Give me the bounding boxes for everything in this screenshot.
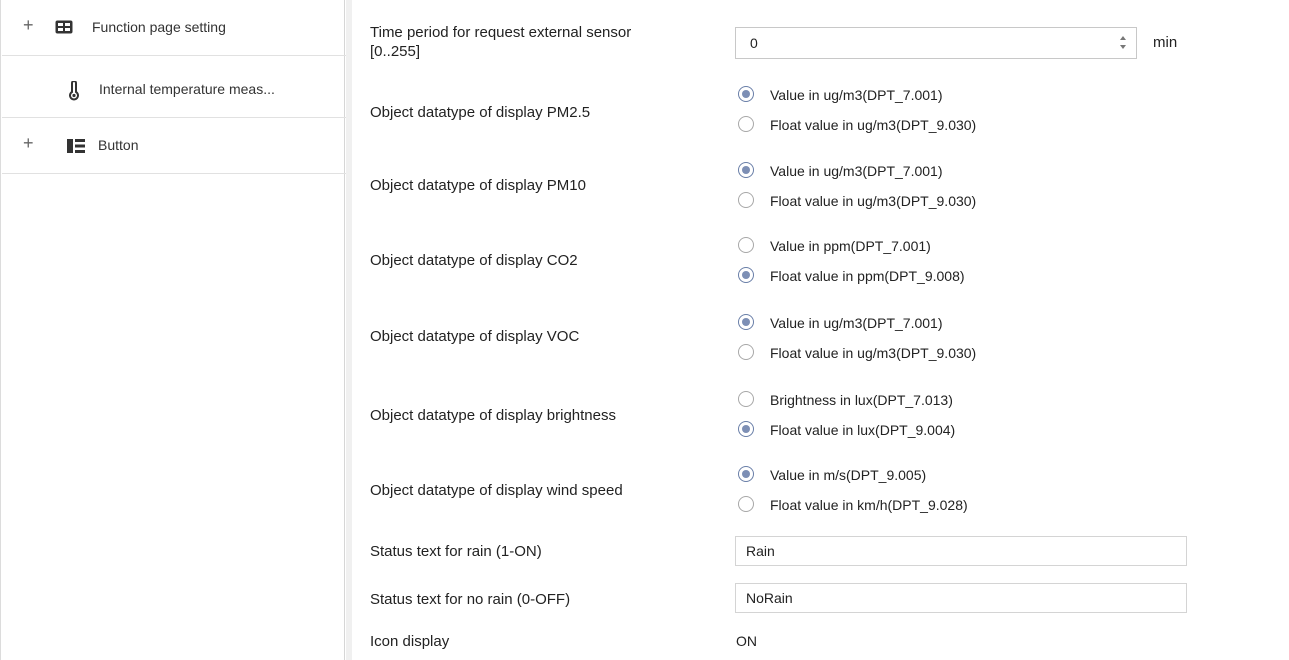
sidebar-item-internal-temperature[interactable]: Internal temperature meas... <box>2 62 346 118</box>
spin-up-icon[interactable] <box>1120 36 1126 40</box>
radio-icon[interactable] <box>738 466 754 482</box>
icon-display-label: Icon display <box>370 633 450 650</box>
request-period-input[interactable] <box>736 28 1106 58</box>
co2-label: Object datatype of display CO2 <box>370 252 578 269</box>
radio-icon[interactable] <box>738 267 754 283</box>
radio-icon[interactable] <box>738 237 754 253</box>
radio-icon[interactable] <box>738 162 754 178</box>
sidebar-item-label: Internal temperature meas... <box>99 81 275 97</box>
pm25-option-0-label: Value in ug/m3(DPT_7.001) <box>770 87 943 103</box>
rain-off-label: Status text for no rain (0-OFF) <box>370 591 571 608</box>
co2-option-1-label: Float value in ppm(DPT_9.008) <box>770 268 965 284</box>
radio-icon[interactable] <box>738 391 754 407</box>
co2-option-0-label: Value in ppm(DPT_7.001) <box>770 238 931 254</box>
rain-off-input[interactable] <box>735 583 1187 613</box>
voc-label: Object datatype of display VOC <box>370 328 580 345</box>
wind-label: Object datatype of display wind speed <box>370 482 623 499</box>
rain-on-input[interactable] <box>735 536 1187 566</box>
request-period-label: Time period for request external sensor <box>370 24 632 41</box>
expand-icon[interactable]: + <box>23 134 34 152</box>
voc-option-1-label: Float value in ug/m3(DPT_9.030) <box>770 345 977 361</box>
request-period-stepper[interactable] <box>735 27 1137 59</box>
brightness-label: Object datatype of display brightness <box>370 407 616 424</box>
pm10-label: Object datatype of display PM10 <box>370 177 586 194</box>
wind-option-0-label: Value in m/s(DPT_9.005) <box>770 467 927 483</box>
request-period-range: [0..255] <box>370 43 421 60</box>
parameter-form: Time period for request external sensor … <box>352 0 1289 660</box>
pm25-option-1-label: Float value in ug/m3(DPT_9.030) <box>770 117 977 133</box>
radio-icon[interactable] <box>738 192 754 208</box>
voc-option-0-label: Value in ug/m3(DPT_7.001) <box>770 315 943 331</box>
sidebar-item-button[interactable]: + Button <box>2 118 346 174</box>
icon-display-value: ON <box>736 633 757 649</box>
sidebar: + Function page setting Internal tempera… <box>0 0 346 660</box>
pm10-option-0-label: Value in ug/m3(DPT_7.001) <box>770 163 943 179</box>
spin-down-icon[interactable] <box>1120 45 1126 49</box>
sidebar-item-function-page-setting[interactable]: + Function page setting <box>2 0 346 56</box>
radio-icon[interactable] <box>738 86 754 102</box>
pm10-option-1-label: Float value in ug/m3(DPT_9.030) <box>770 193 977 209</box>
wind-option-1-label: Float value in km/h(DPT_9.028) <box>770 497 968 513</box>
radio-icon[interactable] <box>738 496 754 512</box>
radio-icon[interactable] <box>738 116 754 132</box>
radio-icon[interactable] <box>738 314 754 330</box>
brightness-option-0-label: Brightness in lux(DPT_7.013) <box>770 392 953 408</box>
grid-icon <box>55 20 73 39</box>
layout-icon <box>67 139 85 158</box>
thermometer-icon <box>68 80 80 106</box>
rain-on-label: Status text for rain (1-ON) <box>370 543 542 560</box>
sidebar-item-label: Function page setting <box>92 19 226 35</box>
pm25-label: Object datatype of display PM2.5 <box>370 104 591 121</box>
radio-icon[interactable] <box>738 421 754 437</box>
expand-icon[interactable]: + <box>23 16 34 34</box>
request-period-unit: min <box>1153 34 1178 51</box>
sidebar-item-label: Button <box>98 137 139 153</box>
radio-icon[interactable] <box>738 344 754 360</box>
brightness-option-1-label: Float value in lux(DPT_9.004) <box>770 422 956 438</box>
